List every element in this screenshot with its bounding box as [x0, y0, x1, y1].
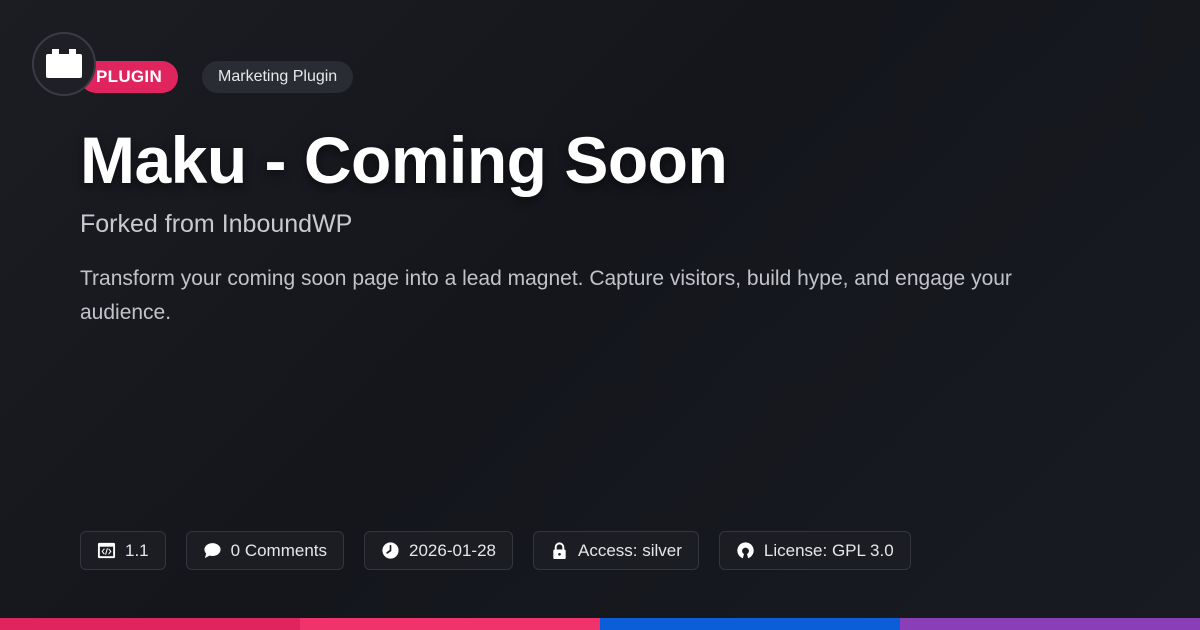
stripe-segment [900, 618, 1200, 630]
date-text: 2026-01-28 [409, 540, 496, 560]
page-title: Maku - Coming Soon [80, 123, 728, 197]
meta-row: 1.1 0 Comments 2026-01-28 Access: silver… [80, 531, 911, 570]
license-text: License: GPL 3.0 [763, 540, 894, 560]
plugin-description: Transform your coming soon page into a l… [80, 267, 1012, 324]
category-badge[interactable]: Marketing Plugin [202, 61, 354, 93]
stripe-segment [0, 618, 300, 630]
forked-from-subtitle: Forked from InboundWP [80, 210, 353, 238]
comments-chip[interactable]: 0 Comments [185, 531, 345, 570]
code-window-icon [97, 542, 116, 559]
plugin-logo [32, 32, 96, 96]
color-stripe [0, 618, 1200, 630]
version-chip: 1.1 [80, 531, 166, 570]
stripe-segment [300, 618, 600, 630]
lock-icon [553, 542, 566, 560]
access-text: Access: silver [577, 540, 682, 560]
tag-row: PLUGIN Marketing Plugin [80, 61, 354, 93]
plugin-block-icon [46, 49, 82, 78]
comment-icon [204, 543, 221, 559]
clock-icon [382, 542, 399, 559]
comments-text: 0 Comments [230, 540, 328, 560]
access-chip: Access: silver [532, 531, 699, 570]
date-chip: 2026-01-28 [364, 531, 513, 570]
license-chip: License: GPL 3.0 [718, 531, 911, 570]
version-text: 1.1 [125, 540, 149, 560]
stripe-segment [600, 618, 900, 630]
open-source-icon [737, 542, 754, 559]
